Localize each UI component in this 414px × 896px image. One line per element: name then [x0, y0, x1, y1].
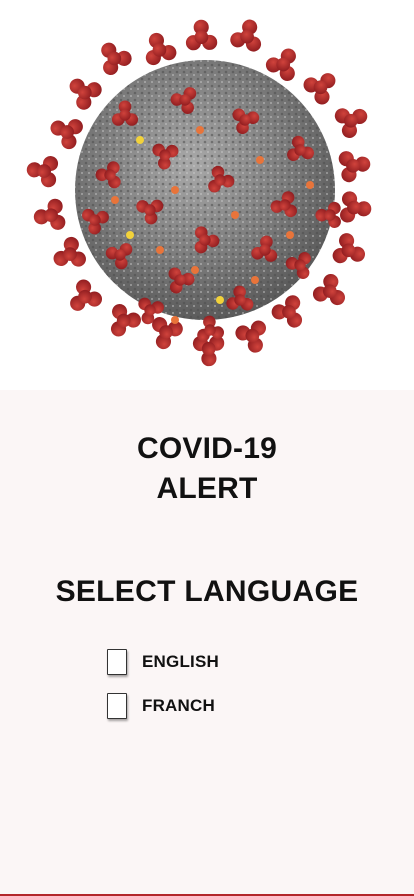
select-language-heading: SELECT LANGUAGE: [55, 575, 359, 608]
english-label: ENGLISH: [142, 652, 219, 671]
protein-dot: [156, 246, 164, 254]
virus-graphic: [26, 19, 372, 367]
spike-protein: [334, 108, 368, 138]
spike-protein: [230, 19, 262, 52]
spike-protein: [185, 19, 218, 51]
coronavirus-illustration: [0, 0, 414, 390]
alert-panel: COVID-19 ALERT SELECT LANGUAGE ENGLISH F…: [0, 390, 414, 894]
english-checkbox[interactable]: [107, 649, 127, 675]
alert-title-line1: COVID-19: [137, 432, 277, 465]
protein-dot: [136, 136, 144, 144]
spike-protein: [235, 320, 266, 353]
spike-protein: [145, 32, 177, 66]
spike-protein: [69, 78, 102, 110]
protein-dot: [286, 231, 294, 239]
spike-protein: [312, 273, 346, 306]
spike-protein: [303, 73, 336, 105]
protein-dot: [191, 266, 199, 274]
language-option-english[interactable]: ENGLISH: [107, 648, 219, 676]
alert-title-line2: ALERT: [156, 472, 258, 505]
protein-dot: [126, 231, 134, 239]
protein-dot: [256, 156, 264, 164]
protein-dot: [231, 211, 239, 219]
protein-dot: [171, 316, 179, 324]
spike-protein: [70, 279, 103, 311]
spike-protein: [192, 335, 225, 367]
franch-checkbox[interactable]: [107, 693, 127, 719]
protein-dot: [196, 126, 204, 134]
protein-dot: [306, 181, 314, 189]
spike-protein: [53, 236, 86, 267]
protein-dot: [111, 196, 119, 204]
spike-protein: [50, 119, 83, 150]
protein-dot: [216, 296, 224, 304]
spike-protein: [101, 42, 132, 76]
spike-protein: [110, 304, 141, 337]
protein-dot: [251, 276, 259, 284]
protein-dot: [171, 186, 179, 194]
spike-protein: [340, 191, 372, 223]
spike-protein: [332, 233, 365, 264]
spike-protein: [33, 198, 66, 230]
franch-label: FRANCH: [142, 696, 215, 715]
spike-protein: [26, 156, 59, 188]
spike-protein: [338, 151, 371, 183]
language-option-franch[interactable]: FRANCH: [107, 692, 215, 720]
